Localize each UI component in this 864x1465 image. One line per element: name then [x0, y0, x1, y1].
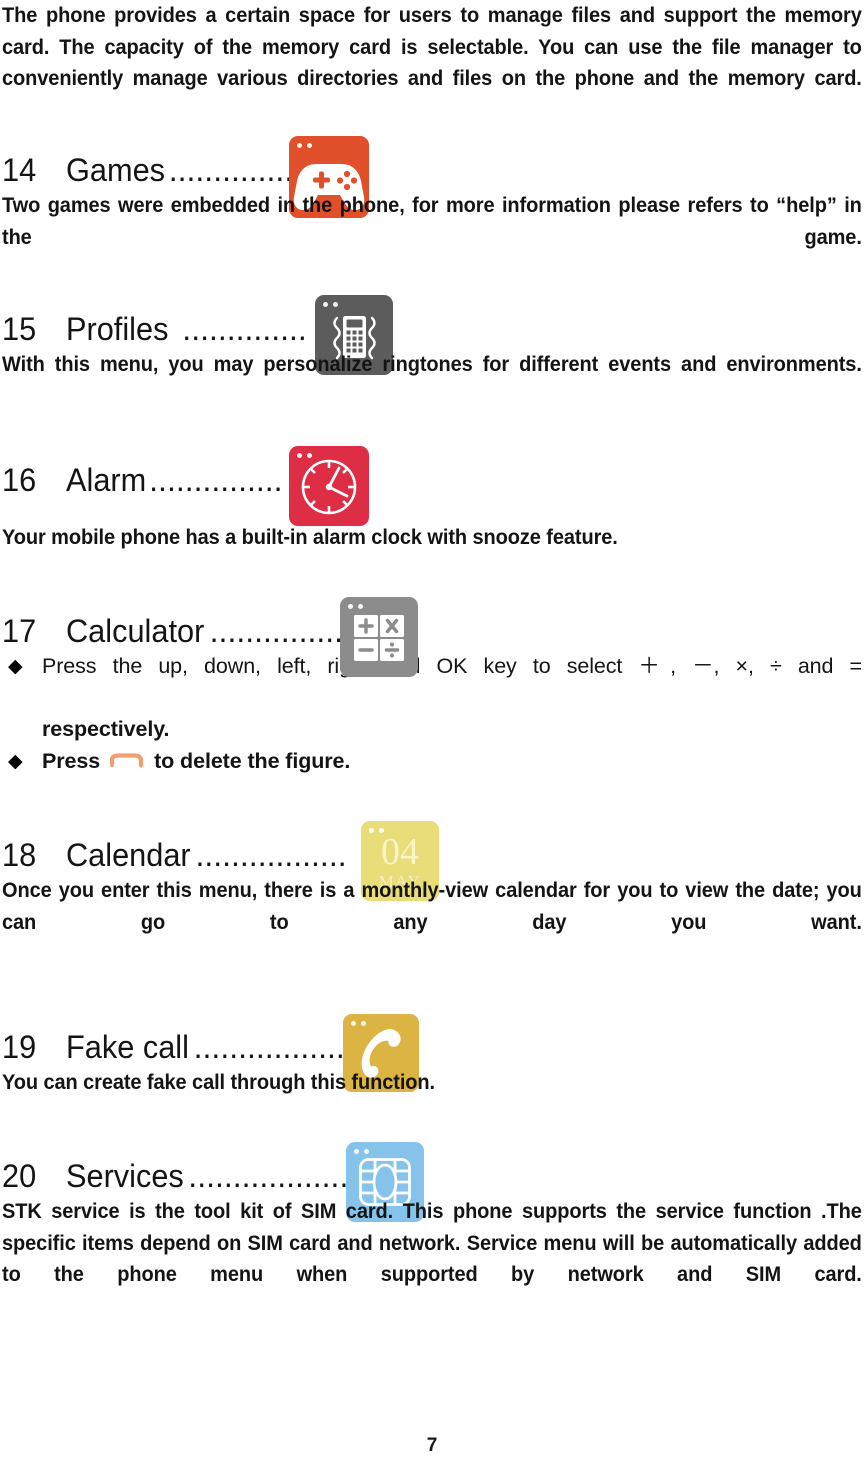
- bullet-diamond-icon: ◆: [8, 656, 23, 677]
- dot-leader: ..............: [168, 152, 294, 188]
- section-title: Services: [65, 1158, 184, 1194]
- intro-paragraph: The phone provides a certain space for u…: [2, 3, 862, 90]
- dot-leader: ..................: [188, 1158, 349, 1194]
- section-title: Profiles: [65, 310, 169, 347]
- section-heading-games: 14 Games ..............: [2, 136, 862, 218]
- section-title: Alarm: [65, 461, 146, 498]
- clear-key-arc-icon: [109, 747, 144, 768]
- svg-text:04: 04: [381, 831, 419, 873]
- calculator-bullet-1: ◆ Press the up, down, left, right and OK…: [2, 651, 862, 746]
- section-heading-services: 20 Services ..................: [2, 1142, 862, 1222]
- bullet-line-1: Press the up, down, left, right and OK k…: [42, 654, 862, 678]
- section-heading-fake-call: 19 Fake call .................: [2, 1013, 862, 1092]
- section-title: Games: [65, 152, 165, 188]
- dot-leader: ...............: [149, 461, 283, 498]
- services-body: STK service is the tool kit of SIM card.…: [2, 1199, 862, 1286]
- games-body: Two games were embedded in the phone, fo…: [2, 193, 862, 249]
- section-title: Fake call: [65, 1028, 189, 1065]
- alarm-icon: [288, 445, 369, 526]
- bullet-text-before: Press: [42, 748, 101, 773]
- calculator-bullet-2: ◆ Press to delete the figure.: [2, 746, 862, 778]
- section-title: Calculator: [65, 613, 204, 649]
- section-number: 19: [2, 1028, 37, 1065]
- section-heading-calculator: 17 Calculator ...............: [2, 597, 862, 677]
- section-number: 15: [2, 310, 37, 347]
- alarm-body: Your mobile phone has a built-in alarm c…: [2, 524, 618, 549]
- section-title: Calendar: [65, 837, 191, 873]
- profiles-body: With this menu, you may personalize ring…: [2, 351, 862, 376]
- section-heading-profiles: 15 Profiles ..............: [2, 294, 862, 375]
- dot-leader: ...............: [209, 613, 344, 649]
- operator-keys-glyph: [354, 615, 405, 661]
- section-number: 16: [2, 461, 37, 498]
- clock-glyph: [301, 459, 356, 514]
- dot-leader: .................: [193, 1028, 345, 1065]
- calculator-icon: [340, 597, 419, 677]
- section-heading-alarm: 16 Alarm ...............: [2, 445, 862, 526]
- calendar-body: Once you enter this menu, there is a mon…: [2, 878, 862, 934]
- section-number: 14: [2, 152, 37, 188]
- manual-page: The phone provides a certain space for u…: [0, 0, 864, 1465]
- section-number: 18: [2, 837, 37, 873]
- section-number: 20: [2, 1158, 37, 1194]
- dot-leader: .................: [195, 837, 347, 873]
- bullet-diamond-icon: ◆: [8, 750, 23, 772]
- bullet-line-2: respectively.: [42, 717, 170, 741]
- page-number: 7: [426, 1435, 438, 1456]
- fake-call-body: You can create fake call through this fu…: [2, 1069, 436, 1094]
- section-heading-calendar: 18 Calendar ................. 04 MAY: [2, 821, 862, 901]
- section-number: 17: [2, 613, 37, 649]
- bullet-text-after: to delete the figure.: [154, 748, 351, 773]
- dot-leader: ..............: [182, 310, 307, 347]
